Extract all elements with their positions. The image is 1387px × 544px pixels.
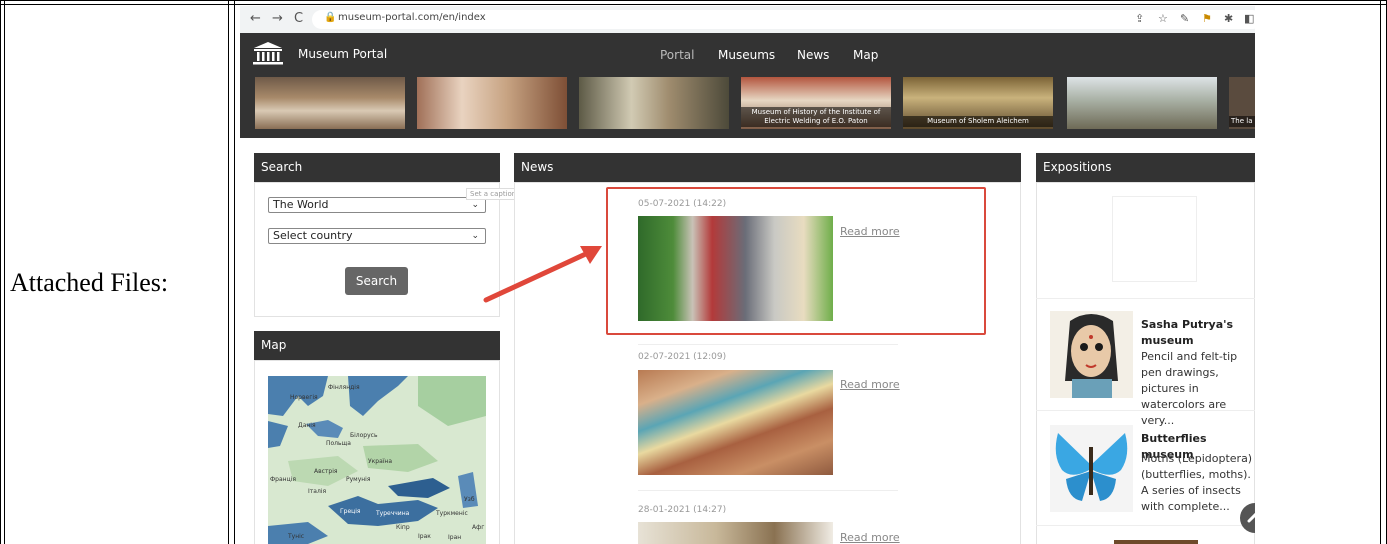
carousel-slide[interactable] bbox=[1067, 77, 1217, 129]
forward-icon[interactable]: → bbox=[272, 11, 283, 26]
expositions-panel-header: Expositions bbox=[1036, 153, 1255, 182]
puzzle-icon[interactable]: ✱ bbox=[1224, 12, 1233, 25]
search-panel-header: Search bbox=[254, 153, 500, 182]
map-label: Кіпр bbox=[396, 524, 410, 531]
share-icon[interactable]: ⇪ bbox=[1135, 12, 1144, 25]
news-thumbnail[interactable] bbox=[638, 522, 833, 544]
table-border-left bbox=[0, 0, 5, 544]
country-select[interactable]: Select country ⌄ bbox=[268, 228, 486, 244]
exposition-thumbnail[interactable] bbox=[1114, 540, 1198, 544]
screenshot: ← → C 🔒 museum-portal.com/en/index ⇪ ☆ ✎… bbox=[240, 6, 1255, 544]
museum-logo-icon[interactable] bbox=[252, 41, 284, 65]
news-date: 28-01-2021 (14:27) bbox=[638, 505, 727, 515]
exposition-item[interactable]: Sasha Putrya's museum Pencil and felt-ti… bbox=[1036, 298, 1255, 427]
exposition-item[interactable] bbox=[1036, 525, 1255, 544]
exposition-item[interactable]: Butterflies museum Moths (Lepidoptera) (… bbox=[1036, 410, 1255, 525]
news-thumbnail[interactable] bbox=[638, 370, 833, 475]
news-date: 02-07-2021 (12:09) bbox=[638, 352, 727, 362]
map-label: Білорусь bbox=[350, 432, 378, 439]
map-label: Румунія bbox=[346, 476, 371, 483]
country-select-value: Select country bbox=[273, 229, 353, 242]
carousel-slide[interactable] bbox=[579, 77, 729, 129]
chevron-down-icon: ⌄ bbox=[471, 231, 479, 241]
star-icon[interactable]: ☆ bbox=[1158, 12, 1168, 25]
chevron-down-icon: ⌄ bbox=[471, 200, 479, 210]
slide-caption: Museum of History of the Institute of El… bbox=[741, 107, 891, 127]
museum-carousel: Museum of History of the Institute of El… bbox=[240, 77, 1255, 129]
site-header: Museum Portal Portal Museums News Map Mu… bbox=[240, 33, 1255, 138]
map-label: Греція bbox=[340, 508, 361, 515]
map-label: Польща bbox=[326, 440, 351, 447]
map-panel-header: Map bbox=[254, 331, 500, 360]
map-label: Туркменіс bbox=[436, 510, 468, 517]
map-label: Данія bbox=[298, 422, 316, 429]
map-label: Австрія bbox=[314, 468, 338, 475]
nav-museums[interactable]: Museums bbox=[718, 48, 775, 62]
caption-tooltip: Set a caption bbox=[466, 188, 521, 200]
table-border-middle bbox=[228, 0, 235, 544]
map-label: Туреччина bbox=[376, 510, 410, 517]
carousel-slide[interactable]: Museum of Sholem Aleichem bbox=[903, 77, 1053, 129]
map-label: Норвегія bbox=[290, 394, 318, 401]
map-label: Франція bbox=[270, 476, 296, 483]
sidebar-icon[interactable]: ◧ bbox=[1244, 12, 1254, 25]
world-select[interactable]: The World ⌄ bbox=[268, 197, 486, 213]
map-label: Узб bbox=[464, 496, 475, 503]
reload-icon[interactable]: C bbox=[294, 11, 303, 26]
map-label: Україна bbox=[368, 458, 393, 465]
search-button[interactable]: Search bbox=[345, 267, 408, 295]
exposition-image-placeholder[interactable] bbox=[1112, 196, 1197, 282]
chevron-up-icon bbox=[1247, 512, 1255, 523]
extension-icon[interactable]: ✎ bbox=[1180, 12, 1189, 25]
news-separator bbox=[638, 490, 898, 491]
lock-icon: 🔒 bbox=[324, 12, 337, 23]
read-more-link[interactable]: Read more bbox=[840, 531, 900, 544]
carousel-slide[interactable] bbox=[417, 77, 567, 129]
nav-portal[interactable]: Portal bbox=[660, 48, 694, 62]
nav-news[interactable]: News bbox=[797, 48, 829, 62]
annotation-arrow-icon bbox=[483, 246, 602, 303]
table-border-right bbox=[1380, 0, 1387, 544]
news-separator bbox=[638, 344, 898, 345]
url-text[interactable]: museum-portal.com/en/index bbox=[338, 12, 486, 23]
carousel-slide[interactable]: The la bbox=[1229, 77, 1255, 129]
attached-files-label: Attached Files: bbox=[10, 268, 169, 297]
map-label: Ірак bbox=[418, 533, 431, 540]
exposition-thumbnail[interactable] bbox=[1050, 425, 1133, 512]
exposition-thumbnail[interactable] bbox=[1050, 311, 1133, 398]
read-more-link[interactable]: Read more bbox=[840, 378, 900, 391]
back-icon[interactable]: ← bbox=[250, 11, 261, 26]
highlight-box bbox=[606, 187, 986, 335]
slide-caption: Museum of Sholem Aleichem bbox=[903, 116, 1053, 127]
carousel-slide[interactable] bbox=[255, 77, 405, 129]
flag-icon[interactable]: ⚑ bbox=[1202, 12, 1212, 25]
europe-map[interactable]: Фінляндія Норвегія Данія Білорусь Польща… bbox=[268, 376, 486, 544]
slide-caption: The la bbox=[1229, 116, 1255, 127]
exposition-description: Moths (Lepidoptera) (butterflies, moths)… bbox=[1141, 452, 1253, 513]
browser-toolbar: ← → C 🔒 museum-portal.com/en/index ⇪ ☆ ✎… bbox=[240, 6, 1255, 33]
news-panel-header: News bbox=[514, 153, 1021, 182]
scroll-to-top-button[interactable] bbox=[1240, 503, 1255, 533]
map-label: Туніс bbox=[288, 533, 305, 540]
map-label: Іран bbox=[448, 534, 462, 541]
table-border-top bbox=[0, 0, 1387, 5]
map-label: Фінляндія bbox=[328, 384, 360, 391]
site-brand[interactable]: Museum Portal bbox=[298, 47, 387, 61]
map-label: Афг bbox=[472, 524, 485, 531]
world-select-value: The World bbox=[273, 198, 329, 211]
exposition-title[interactable]: Sasha Putrya's museum bbox=[1141, 317, 1255, 349]
nav-map[interactable]: Map bbox=[853, 48, 878, 62]
carousel-slide[interactable]: Museum of History of the Institute of El… bbox=[741, 77, 891, 129]
map-label: Італія bbox=[308, 488, 327, 495]
